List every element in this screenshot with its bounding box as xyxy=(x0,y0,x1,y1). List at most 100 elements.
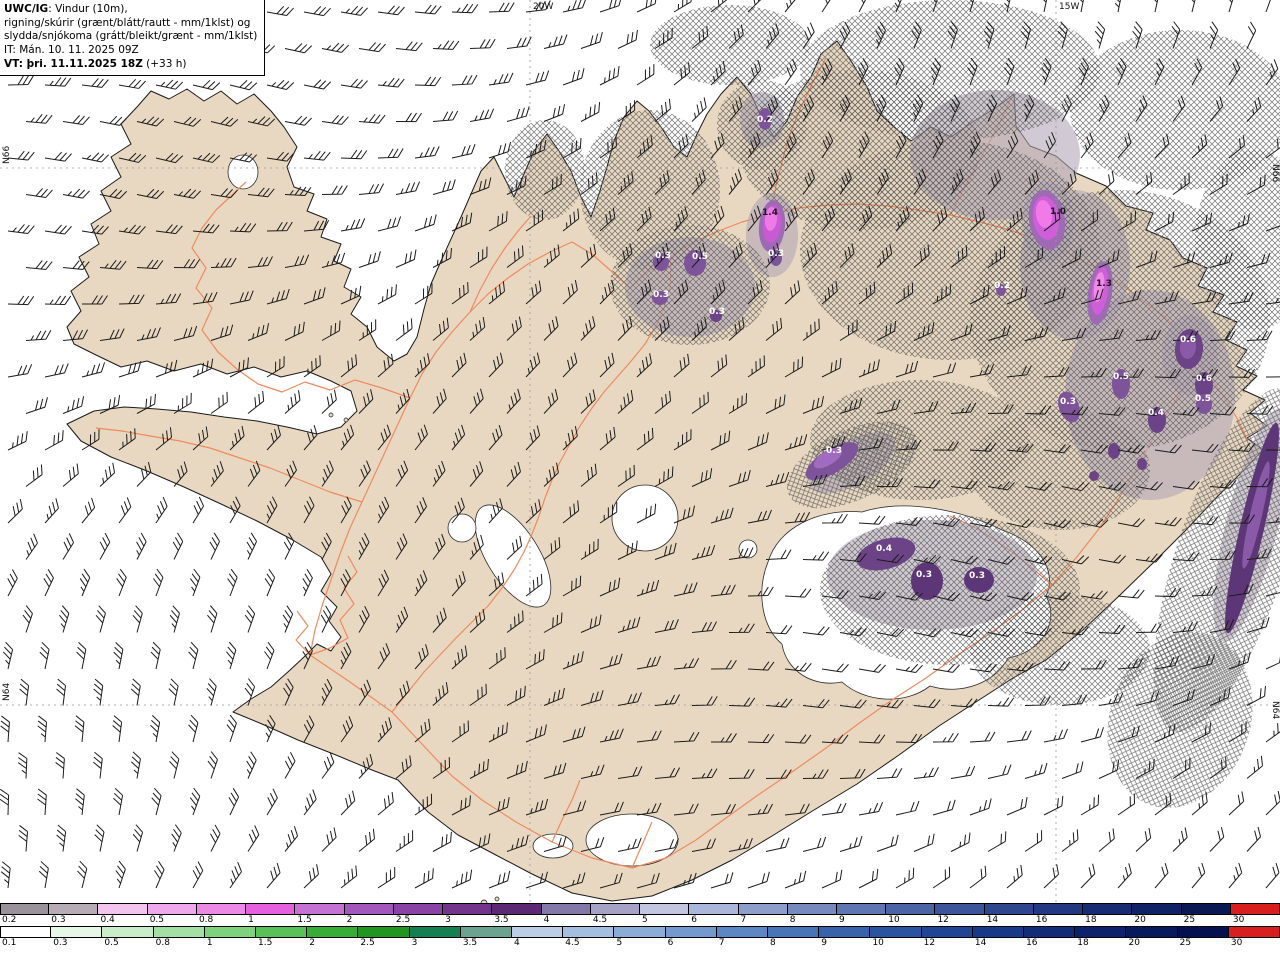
scale-value-label: 6 xyxy=(665,938,717,949)
init-time: IT: Mán. 10. 11. 2025 09Z xyxy=(4,43,139,56)
scale-segment: 12 xyxy=(921,926,973,949)
scale-segment: 0.3 xyxy=(51,926,103,949)
product-title: UWC/IG: Vindur (10m), xyxy=(4,3,257,17)
scale-color-swatch xyxy=(935,903,985,915)
scale-value-label: 30 xyxy=(1228,938,1280,949)
hatch-area xyxy=(970,410,1150,530)
scale-segment: 10 xyxy=(886,903,936,926)
scale-segment: 3 xyxy=(409,926,461,949)
scale-value-label: 2 xyxy=(307,938,359,949)
precip-value-label: 0.3 xyxy=(916,570,932,580)
scale-color-swatch xyxy=(1083,903,1133,915)
island xyxy=(343,417,349,423)
scale-segment: 7 xyxy=(716,926,769,949)
scale-value-label: 30 xyxy=(1230,915,1280,926)
glacier xyxy=(611,484,679,552)
precip-value-label: 0.6 xyxy=(1180,335,1196,345)
precip-blob xyxy=(1137,458,1147,470)
scale-value-label: 1 xyxy=(246,915,296,926)
scale-color-swatch xyxy=(768,926,820,938)
scale-segment: 4 xyxy=(512,926,564,949)
scale-color-swatch xyxy=(409,926,461,938)
scale-value-label: 0.5 xyxy=(147,915,197,926)
scale-value-label: 25 xyxy=(1177,938,1229,949)
scale-segment: 9 xyxy=(836,903,887,926)
scale-segment: 2.5 xyxy=(393,903,444,926)
precip-value-label: 0.3 xyxy=(826,446,842,456)
precip-value-label: 0.3 xyxy=(1060,397,1076,407)
scale-color-swatch xyxy=(787,903,837,915)
parallel-label: N64 xyxy=(1270,701,1280,719)
scale-value-label: 3.5 xyxy=(492,915,542,926)
scale-color-swatch xyxy=(1024,926,1076,938)
scale-segment: 25 xyxy=(1181,903,1231,926)
scale-color-swatch xyxy=(1177,926,1229,938)
product-code: UWC/IG xyxy=(4,3,49,15)
scale-segment: 18 xyxy=(1075,926,1127,949)
scale-value-label: 1.5 xyxy=(295,915,345,926)
scale-segment: 8 xyxy=(787,903,837,926)
legend-line-rain: rigning/skúrir (grænt/blátt/rautt - mm/1… xyxy=(4,16,251,29)
scale-color-swatch xyxy=(640,903,690,915)
weather-map-page: 20W 15W N66 N66 N64 N64 0.2 1.4 0.3 0.5 0.3 0.3 0.3 1… xyxy=(0,0,1280,960)
scale-segment: 4.5 xyxy=(563,926,615,949)
scale-color-swatch xyxy=(886,903,936,915)
scale-segment: 14 xyxy=(972,926,1025,949)
scale-color-swatch xyxy=(984,903,1034,915)
scale-color-swatch xyxy=(512,926,564,938)
scale-value-label: 0.3 xyxy=(51,938,103,949)
scale-value-label: 4 xyxy=(512,938,564,949)
scale-color-swatch xyxy=(870,926,922,938)
scale-value-label: 0.1 xyxy=(0,938,52,949)
scale-color-swatch xyxy=(492,903,542,915)
scale-color-swatch xyxy=(196,903,247,915)
precip-value-label: 0.4 xyxy=(876,544,892,554)
scale-segment: 5 xyxy=(640,903,690,926)
scale-color-swatch xyxy=(563,926,615,938)
scale-color-swatch xyxy=(1132,903,1182,915)
scale-value-label: 1 xyxy=(204,938,257,949)
product-title-rest: : Vindur (10m), xyxy=(48,3,128,15)
scale-value-label: 6 xyxy=(689,915,739,926)
precip-value-label: 0.5 xyxy=(692,252,708,262)
valid-time-offset: (+33 h) xyxy=(142,57,187,70)
scale-segment: 5 xyxy=(614,926,666,949)
scale-color-swatch xyxy=(102,926,154,938)
scale-color-swatch xyxy=(153,926,205,938)
scale-color-swatch xyxy=(147,903,197,915)
parallel-label: N64 xyxy=(2,683,12,701)
scale-segment: 1.5 xyxy=(295,903,345,926)
scale-value-label: 25 xyxy=(1181,915,1231,926)
scale-segment: 18 xyxy=(1083,903,1133,926)
scale-value-label: 9 xyxy=(836,915,887,926)
scale-color-swatch xyxy=(204,926,257,938)
precip-value-label: 0.3 xyxy=(969,571,985,581)
parallel-label: N66 xyxy=(1270,164,1280,182)
scale-segment: 16 xyxy=(1033,903,1084,926)
island xyxy=(328,412,334,418)
meridian-label: 15W xyxy=(1059,2,1079,12)
legend-line-sleet: slydda/snjókoma (grátt/bleikt/grænt - mm… xyxy=(4,30,258,43)
scale-color-swatch xyxy=(256,926,308,938)
scale-value-label: 4.5 xyxy=(590,915,641,926)
scale-segment: 0.8 xyxy=(196,903,247,926)
scale-value-label: 10 xyxy=(870,938,922,949)
scale-value-label: 16 xyxy=(1024,938,1076,949)
precip-value-label: 1.4 xyxy=(762,208,778,218)
scale-segment: 0.2 xyxy=(0,903,50,926)
scale-value-label: 16 xyxy=(1033,915,1084,926)
island xyxy=(494,896,500,902)
scale-segment: 2.5 xyxy=(358,926,410,949)
precip-value-label: 0.3 xyxy=(768,249,784,259)
scale-color-swatch xyxy=(972,926,1025,938)
precip-value-label: 0.3 xyxy=(653,290,669,300)
scale-segment: 4.5 xyxy=(590,903,641,926)
precip-blob xyxy=(1089,471,1099,481)
scale-value-label: 9 xyxy=(819,938,871,949)
scale-segment: 30 xyxy=(1230,903,1280,926)
glacier xyxy=(447,513,477,543)
scale-value-label: 12 xyxy=(935,915,985,926)
scale-segment: 9 xyxy=(819,926,871,949)
scale-color-swatch xyxy=(541,903,591,915)
valid-time-main: VT: þri. 11.11.2025 18Z xyxy=(4,57,143,70)
